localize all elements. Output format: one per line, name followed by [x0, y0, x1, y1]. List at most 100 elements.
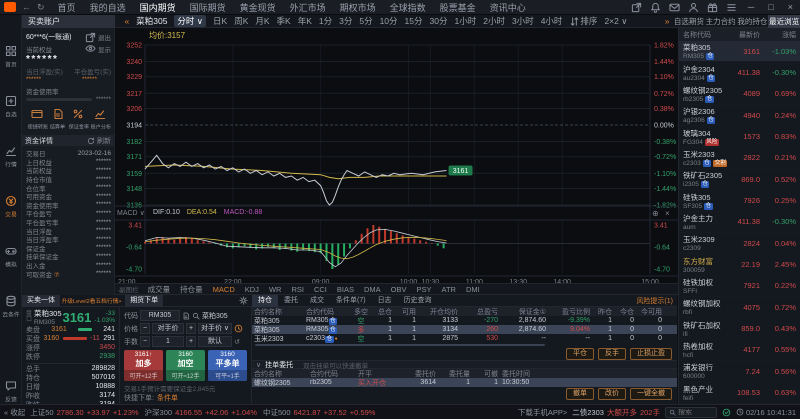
- watchlist-row[interactable]: 沪银2306ag2306仓49400.24%: [679, 105, 800, 126]
- sidebar-item-云条件[interactable]: 云条件: [0, 295, 22, 319]
- nav-item-外汇市场[interactable]: 外汇市场: [290, 1, 326, 14]
- order-button-加多[interactable]: 3161↑加多可开≈12手: [124, 350, 163, 381]
- minimize-button[interactable]: ─: [748, 2, 754, 12]
- watch-tab-主力合约[interactable]: 主力合约: [705, 15, 737, 28]
- 结算单-button[interactable]: 结算单: [48, 108, 67, 131]
- period-周K[interactable]: 周K: [234, 15, 248, 27]
- watch-tab-我的持仓[interactable]: 我的持仓: [737, 15, 769, 28]
- contract-icon[interactable]: [182, 312, 190, 320]
- bell-icon[interactable]: [650, 2, 661, 13]
- sidebar-item-feedback[interactable]: 反馈: [0, 380, 22, 404]
- expand-pane-icon[interactable]: ⊕: [652, 209, 659, 218]
- nav-item-期权市场[interactable]: 期权市场: [340, 1, 376, 14]
- gift-icon[interactable]: [707, 2, 718, 13]
- nav-item-国内期货[interactable]: 国内期货: [140, 1, 176, 14]
- indicator-tab-KDJ[interactable]: KDJ: [245, 285, 259, 294]
- period-15分[interactable]: 15分: [405, 15, 423, 27]
- position-row[interactable]: 菜粕305RM305仓多1131342602,874.609.04%100: [252, 325, 677, 334]
- user-icon[interactable]: [688, 2, 699, 13]
- period-季K[interactable]: 季K: [277, 15, 291, 27]
- watchlist-row[interactable]: 浦发银行6000007.240.56%: [679, 361, 800, 382]
- contract-code-input[interactable]: [140, 310, 180, 321]
- 平仓-button[interactable]: 平仓: [566, 348, 594, 360]
- watch-tab-自选期货[interactable]: 自选期货: [673, 15, 705, 28]
- 止损止盈-button[interactable]: 止损止盈: [630, 348, 672, 360]
- close-button[interactable]: ×: [788, 2, 793, 12]
- search-input[interactable]: [678, 409, 712, 416]
- period-4小时[interactable]: 4小时: [541, 15, 563, 27]
- watchlist-row[interactable]: 菜粕305RM305仓3161-1.03%: [679, 41, 800, 62]
- nav-item-资讯中心[interactable]: 资讯中心: [490, 1, 526, 14]
- nav-item-股票基金[interactable]: 股票基金: [440, 1, 476, 14]
- sidebar-item-行情[interactable]: 行情: [0, 145, 22, 169]
- nav-item-首页[interactable]: 首页: [58, 1, 76, 14]
- indicator-tab-ATR[interactable]: ATR: [442, 285, 456, 294]
- 撤单-button[interactable]: 撤单: [566, 388, 594, 400]
- price-minus-button[interactable]: −: [140, 323, 150, 334]
- watchlist-row[interactable]: 螺纹钢2305rb2305仓40890.69%: [679, 84, 800, 105]
- collapse-pending-icon[interactable]: ∨: [256, 361, 261, 369]
- tab-trade-account[interactable]: 买卖账户: [22, 15, 115, 28]
- reset-icon[interactable]: ↺: [234, 338, 240, 346]
- period-日K[interactable]: 日K: [213, 15, 227, 27]
- 保证金率-button[interactable]: 保证金率: [67, 108, 89, 131]
- qty-minus-button[interactable]: −: [140, 336, 150, 347]
- period-年K[interactable]: 年K: [298, 15, 312, 27]
- sidebar-item-交易[interactable]: 交易: [0, 195, 22, 219]
- price-value[interactable]: 对手价: [152, 323, 184, 334]
- indicator-tab-WR[interactable]: WR: [269, 285, 282, 294]
- trade-tab-条件单(7)[interactable]: 条件单(7): [330, 295, 372, 307]
- watchlist-row[interactable]: 螺纹钢加权rbfi40750.72%: [679, 297, 800, 318]
- watchlist-row[interactable]: 玉米2303c2303仓交割28220.21%: [679, 148, 800, 169]
- tab-quote-board[interactable]: 买卖一体: [22, 295, 60, 307]
- more-periods-icon[interactable]: »: [665, 16, 670, 26]
- pending-order-row[interactable]: 螺纹钢2305rb2305买入开仓36141110:30:50: [252, 378, 677, 387]
- qty-value[interactable]: 1: [152, 336, 184, 347]
- period-3小时[interactable]: 3小时: [512, 15, 534, 27]
- sort-button[interactable]: 排序: [569, 15, 597, 27]
- macd-indicator-label[interactable]: MACD ∨: [117, 209, 145, 217]
- download-app-link[interactable]: 下载手机APP>: [518, 407, 567, 418]
- nav-item-全球指数[interactable]: 全球指数: [390, 1, 426, 14]
- layout-select[interactable]: 2×2 ∨: [604, 16, 627, 27]
- indicator-tab-DMI[interactable]: DMI: [466, 285, 480, 294]
- 一键全撤-button[interactable]: 一键全撤: [630, 388, 672, 400]
- indicator-tab-DMA[interactable]: DMA: [364, 285, 381, 294]
- period-5分[interactable]: 5分: [359, 15, 372, 27]
- qty-mode-select[interactable]: 默认: [198, 336, 232, 347]
- period-月K[interactable]: 月K: [255, 15, 269, 27]
- period-3分[interactable]: 3分: [339, 15, 352, 27]
- mail-icon[interactable]: [669, 2, 680, 13]
- position-row[interactable]: 菜粕305RM305仓空113133-2702,874.60-9.39%100: [252, 316, 677, 325]
- watchlist-row[interactable]: 玻璃304FG304风险15730.83%: [679, 126, 800, 147]
- search-icon[interactable]: [192, 312, 200, 320]
- sidebar-item-自选[interactable]: 自选: [0, 95, 22, 119]
- order-button-加空[interactable]: 3160加空可开≈12手: [166, 350, 205, 381]
- qty-plus-button[interactable]: +: [186, 336, 196, 347]
- period-分时[interactable]: 分时 ∨: [174, 15, 206, 27]
- 账户分析-button[interactable]: 账户分析: [89, 108, 111, 131]
- watchlist-row[interactable]: 铁矿石2305i2305仓869.00.52%: [679, 169, 800, 190]
- intraday-chart-area[interactable]: 32521.82%32401.44%32291.10%32170.72%3206…: [115, 28, 678, 283]
- sidebar-item-首页[interactable]: 首页: [0, 45, 22, 69]
- 便捷转账-button[interactable]: 便捷转账: [26, 108, 48, 131]
- indicator-tab-RSI[interactable]: RSI: [291, 285, 304, 294]
- nav-item-黄金现货[interactable]: 黄金现货: [240, 1, 276, 14]
- sub-chart-bar-label[interactable]: ·副图栏: [117, 284, 139, 294]
- list-icon[interactable]: [726, 2, 737, 13]
- share-icon[interactable]: [631, 2, 642, 13]
- period-1分[interactable]: 1分: [319, 15, 332, 27]
- price-type-select[interactable]: 对手价 ∨: [198, 323, 232, 334]
- upgrade-level2-link[interactable]: 升级Level2看五档行情>: [62, 296, 122, 305]
- refresh-icon[interactable]: ↻: [37, 2, 45, 13]
- help-icon[interactable]: ⑦: [52, 272, 60, 279]
- sidebar-item-模拟[interactable]: 模拟: [0, 245, 22, 269]
- trade-tab-持仓[interactable]: 持仓: [252, 295, 278, 307]
- logout-button[interactable]: 退出: [85, 32, 111, 43]
- watch-tab-最近浏览[interactable]: 最近浏览: [768, 15, 800, 28]
- risk-hint-link[interactable]: 风险提示(1): [636, 296, 677, 306]
- collapse-sidebar-button[interactable]: « 收起: [4, 407, 25, 418]
- show-equity-toggle[interactable]: 显示: [85, 43, 111, 54]
- nav-item-我的自选[interactable]: 我的自选: [90, 1, 126, 14]
- horizontal-scrollbar[interactable]: [255, 344, 545, 346]
